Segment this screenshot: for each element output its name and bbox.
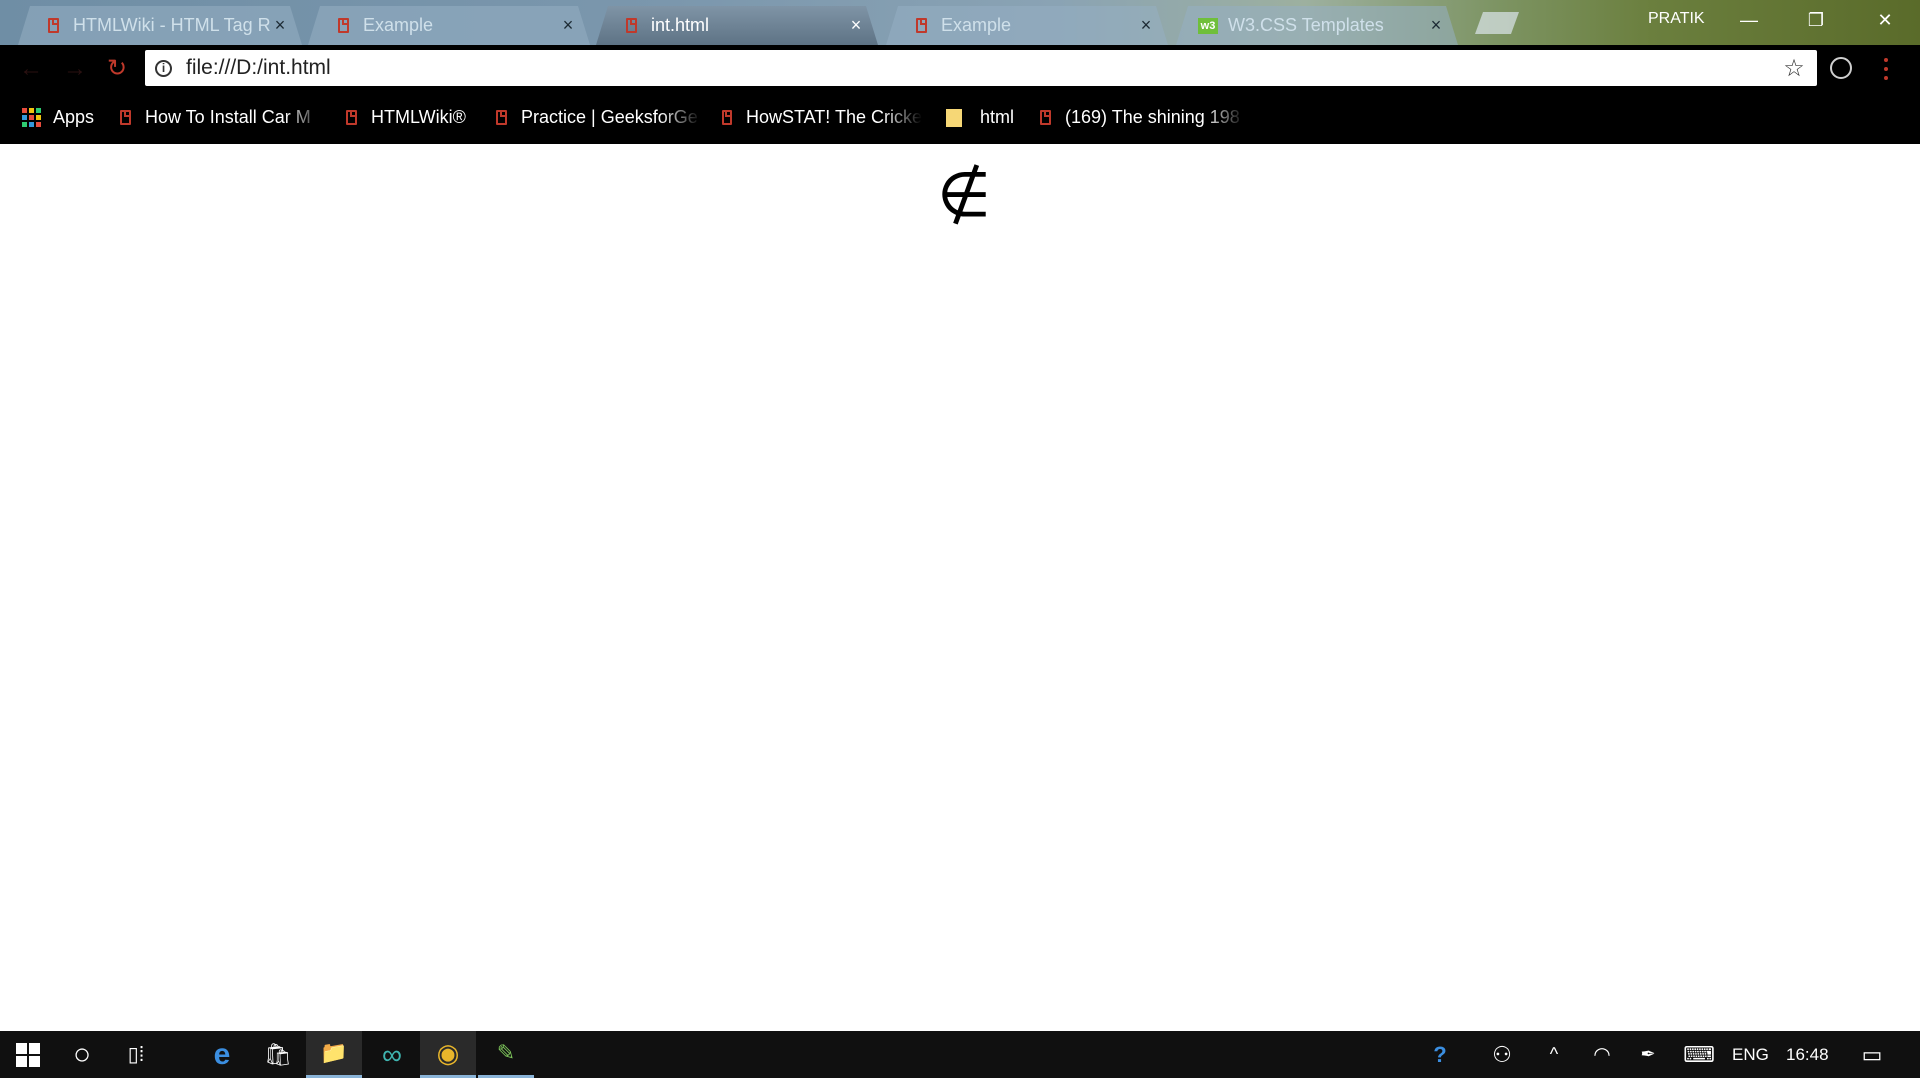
help-icon[interactable]: ? (1420, 1031, 1460, 1078)
bookmarks-bar: Apps How To Install Car M HTMLWiki® Prac… (0, 93, 1920, 144)
store-icon[interactable]: 🛍 (250, 1031, 306, 1078)
bookmark-label: HowSTAT! The Cricke (745, 107, 922, 127)
page-icon (1040, 110, 1051, 125)
extension-icon[interactable] (1830, 57, 1852, 79)
close-window-button[interactable]: ✕ (1862, 4, 1908, 36)
close-icon[interactable]: × (558, 15, 578, 36)
tab-w3css-templates[interactable]: w3 W3.CSS Templates × (1176, 6, 1458, 45)
page-icon (916, 18, 927, 33)
windows-taskbar: ○ ▯⁞ e 🛍 📁 ∞ ◉ ✎ ? ⚇ ^ ◠ ✒ ⌨ ENG 16:48 ▭ (0, 1031, 1920, 1078)
people-icon[interactable]: ⚇ (1482, 1031, 1522, 1078)
tab-example-1[interactable]: Example × (308, 6, 590, 45)
windows-logo-icon (16, 1042, 40, 1067)
bookmark-label: (169) The shining 198 (1065, 107, 1240, 127)
folder-icon (946, 108, 962, 127)
language-indicator[interactable]: ENG (1732, 1045, 1769, 1065)
page-content: ∉ (0, 144, 1920, 1031)
tab-int-html[interactable]: int.html × (596, 6, 878, 45)
tab-example-2[interactable]: Example × (886, 6, 1168, 45)
page-icon (338, 18, 349, 33)
tab-title: int.html (651, 15, 710, 35)
address-bar[interactable]: i file:///D:/int.html ☆ (145, 50, 1817, 86)
notepad-icon[interactable]: ✎ (478, 1031, 534, 1078)
tab-htmlwiki[interactable]: HTMLWiki - HTML Tag Re × (18, 6, 302, 45)
tab-title: HTMLWiki - HTML Tag Re (73, 15, 270, 35)
bookmark-the-shining[interactable]: (169) The shining 198 (1040, 107, 1245, 128)
reload-button[interactable]: ↻ (102, 55, 132, 85)
page-icon (626, 18, 637, 33)
start-button[interactable] (0, 1031, 56, 1078)
bookmark-label: Apps (53, 107, 95, 127)
bookmark-geeksforgeeks[interactable]: Practice | GeeksforGe (496, 107, 701, 128)
not-element-of-symbol: ∉ (937, 158, 992, 231)
w3-icon: w3 (1198, 18, 1218, 34)
bookmark-htmlwiki[interactable]: HTMLWiki® (346, 107, 466, 128)
restore-button[interactable]: ❐ (1793, 4, 1839, 36)
notification-icon[interactable]: ▭ (1850, 1031, 1894, 1078)
file-explorer-icon[interactable]: 📁 (306, 1031, 362, 1078)
page-icon (346, 110, 357, 125)
profile-name[interactable]: PRATIK (1648, 10, 1705, 28)
wifi-icon[interactable]: ◠ (1582, 1031, 1622, 1078)
back-button[interactable]: ← (16, 55, 46, 85)
arduino-icon[interactable]: ∞ (364, 1031, 420, 1078)
star-icon[interactable]: ☆ (1779, 54, 1809, 83)
page-icon (120, 110, 131, 125)
bookmark-label: Practice | GeeksforGe (521, 107, 698, 127)
url-text[interactable]: file:///D:/int.html (186, 56, 1779, 80)
tab-title: Example (363, 15, 434, 35)
bookmark-label: How To Install Car M (145, 107, 311, 127)
bookmark-howstat[interactable]: HowSTAT! The Cricke (722, 107, 922, 128)
task-view-icon[interactable]: ▯⁞ (108, 1031, 164, 1078)
bookmark-label: html (980, 107, 1015, 127)
new-tab-button[interactable] (1475, 12, 1519, 34)
chrome-icon[interactable]: ◉ (420, 1031, 476, 1078)
forward-button[interactable]: → (60, 55, 90, 85)
minimize-button[interactable]: — (1726, 4, 1772, 36)
close-icon[interactable]: × (1136, 15, 1156, 36)
bookmark-install-car[interactable]: How To Install Car M (120, 107, 325, 128)
keyboard-icon[interactable]: ⌨ (1676, 1031, 1722, 1078)
page-icon (722, 110, 732, 125)
title-bar: HTMLWiki - HTML Tag Re × Example × int.h… (0, 0, 1920, 45)
page-icon (48, 18, 59, 33)
kebab-menu-icon[interactable] (1882, 55, 1890, 83)
browser-toolbar: ← → ↻ i file:///D:/int.html ☆ (0, 45, 1920, 93)
clock[interactable]: 16:48 (1786, 1045, 1829, 1065)
close-icon[interactable]: × (270, 15, 290, 36)
apps-icon (22, 108, 41, 127)
bookmark-folder-html[interactable]: html (946, 107, 1014, 128)
page-icon (496, 110, 507, 125)
tab-title: W3.CSS Templates (1228, 15, 1384, 35)
tab-title: Example (941, 15, 1012, 35)
search-icon[interactable]: ○ (54, 1031, 110, 1078)
pen-icon[interactable]: ✒ (1628, 1031, 1668, 1078)
bookmark-label: HTMLWiki® (371, 107, 466, 127)
bookmark-apps[interactable]: Apps (22, 107, 94, 128)
close-icon[interactable]: × (846, 15, 866, 36)
close-icon[interactable]: × (1426, 15, 1446, 36)
edge-icon[interactable]: e (194, 1031, 250, 1078)
chevron-up-icon[interactable]: ^ (1534, 1031, 1574, 1078)
info-icon[interactable]: i (155, 59, 172, 77)
